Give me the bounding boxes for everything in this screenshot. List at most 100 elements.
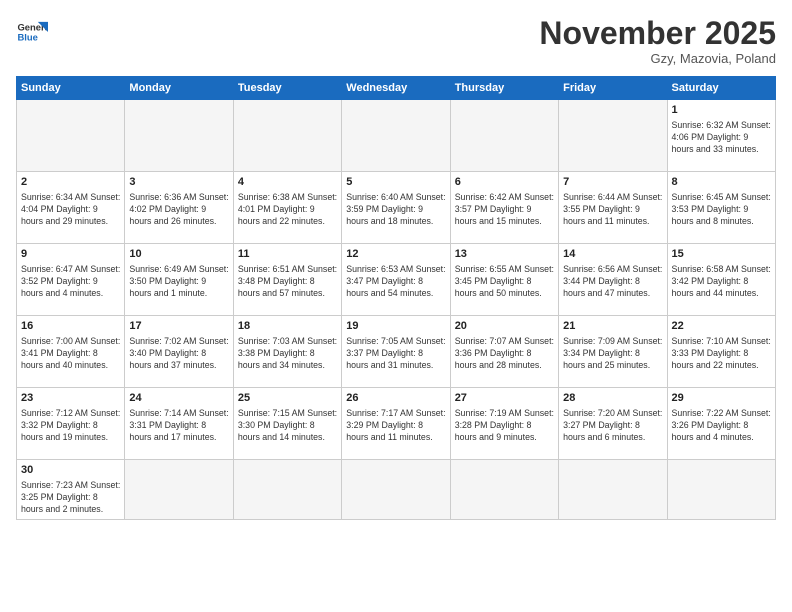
table-row: 4 Sunrise: 6:38 AM Sunset: 4:01 PM Daylig…	[233, 172, 341, 244]
table-row: 17Sunrise: 7:02 AM Sunset: 3:40 PM Dayli…	[125, 316, 233, 388]
day-info: Sunrise: 6:47 AM Sunset: 3:52 PM Dayligh…	[21, 264, 120, 300]
calendar-table: Sunday Monday Tuesday Wednesday Thursday…	[16, 76, 776, 520]
table-row: 27 Sunrise: 7:19 AM Sunset: 3:28 PM Dayli…	[450, 388, 558, 460]
day-info: Sunrise: 6:45 AM Sunset: 3:53 PM Dayligh…	[672, 192, 771, 228]
header: General Blue November 2025 Gzy, Mazovia,…	[16, 16, 776, 66]
table-row: 29Sunrise: 7:22 AM Sunset: 3:26 PM Dayli…	[667, 388, 775, 460]
day-number: 6	[455, 175, 554, 190]
table-row: 7 Sunrise: 6:44 AM Sunset: 3:55 PM Daylig…	[559, 172, 667, 244]
day-info: Sunrise: 6:42 AM Sunset: 3:57 PM Dayligh…	[455, 192, 554, 228]
day-number: 5	[346, 175, 445, 190]
table-row: 10 Sunrise: 6:49 AM Sunset: 3:50 PM Dayli…	[125, 244, 233, 316]
day-number: 10	[129, 247, 228, 262]
table-row: 28 Sunrise: 7:20 AM Sunset: 3:27 PM Dayli…	[559, 388, 667, 460]
day-info: Sunrise: 7:14 AM Sunset: 3:31 PM Dayligh…	[129, 408, 228, 444]
table-row	[17, 100, 125, 172]
table-row: 8 Sunrise: 6:45 AM Sunset: 3:53 PM Daylig…	[667, 172, 775, 244]
day-number: 28	[563, 391, 662, 406]
day-number: 24	[129, 391, 228, 406]
day-info: Sunrise: 7:00 AM Sunset: 3:41 PM Dayligh…	[21, 336, 120, 372]
table-row: 1 Sunrise: 6:32 AM Sunset: 4:06 PM Daylig…	[667, 100, 775, 172]
table-row	[450, 460, 558, 520]
table-row: 19Sunrise: 7:05 AM Sunset: 3:37 PM Dayli…	[342, 316, 450, 388]
table-row: 26Sunrise: 7:17 AM Sunset: 3:29 PM Dayli…	[342, 388, 450, 460]
logo: General Blue	[16, 16, 48, 48]
day-info: Sunrise: 7:15 AM Sunset: 3:30 PM Dayligh…	[238, 408, 337, 444]
general-blue-logo-icon: General Blue	[16, 16, 48, 48]
day-info: Sunrise: 7:10 AM Sunset: 3:33 PM Dayligh…	[672, 336, 771, 372]
day-number: 25	[238, 391, 337, 406]
day-number: 1	[672, 103, 771, 118]
table-row: 14Sunrise: 6:56 AM Sunset: 3:44 PM Dayli…	[559, 244, 667, 316]
table-row: 3 Sunrise: 6:36 AM Sunset: 4:02 PM Daylig…	[125, 172, 233, 244]
header-tuesday: Tuesday	[233, 77, 341, 100]
table-row	[233, 460, 341, 520]
day-info: Sunrise: 7:03 AM Sunset: 3:38 PM Dayligh…	[238, 336, 337, 372]
day-number: 30	[21, 463, 120, 478]
day-number: 18	[238, 319, 337, 334]
table-row: 6 Sunrise: 6:42 AM Sunset: 3:57 PM Daylig…	[450, 172, 558, 244]
day-number: 13	[455, 247, 554, 262]
day-number: 16	[21, 319, 120, 334]
table-row	[667, 460, 775, 520]
day-info: Sunrise: 7:17 AM Sunset: 3:29 PM Dayligh…	[346, 408, 445, 444]
table-row: 18 Sunrise: 7:03 AM Sunset: 3:38 PM Dayli…	[233, 316, 341, 388]
table-row	[450, 100, 558, 172]
day-number: 27	[455, 391, 554, 406]
day-number: 3	[129, 175, 228, 190]
day-info: Sunrise: 7:23 AM Sunset: 3:25 PM Dayligh…	[21, 480, 120, 516]
table-row: 11 Sunrise: 6:51 AM Sunset: 3:48 PM Dayli…	[233, 244, 341, 316]
table-row: 24 Sunrise: 7:14 AM Sunset: 3:31 PM Dayli…	[125, 388, 233, 460]
day-info: Sunrise: 6:36 AM Sunset: 4:02 PM Dayligh…	[129, 192, 228, 228]
day-number: 15	[672, 247, 771, 262]
table-row: 9 Sunrise: 6:47 AM Sunset: 3:52 PM Daylig…	[17, 244, 125, 316]
day-info: Sunrise: 6:49 AM Sunset: 3:50 PM Dayligh…	[129, 264, 228, 300]
table-row: 16 Sunrise: 7:00 AM Sunset: 3:41 PM Dayli…	[17, 316, 125, 388]
table-row: 21Sunrise: 7:09 AM Sunset: 3:34 PM Dayli…	[559, 316, 667, 388]
day-info: Sunrise: 7:07 AM Sunset: 3:36 PM Dayligh…	[455, 336, 554, 372]
header-sunday: Sunday	[17, 77, 125, 100]
day-number: 9	[21, 247, 120, 262]
table-row	[559, 100, 667, 172]
day-number: 11	[238, 247, 337, 262]
day-number: 7	[563, 175, 662, 190]
header-wednesday: Wednesday	[342, 77, 450, 100]
table-row	[233, 100, 341, 172]
table-row: 20 Sunrise: 7:07 AM Sunset: 3:36 PM Dayli…	[450, 316, 558, 388]
calendar-header-row: Sunday Monday Tuesday Wednesday Thursday…	[17, 77, 776, 100]
day-info: Sunrise: 6:44 AM Sunset: 3:55 PM Dayligh…	[563, 192, 662, 228]
day-info: Sunrise: 6:51 AM Sunset: 3:48 PM Dayligh…	[238, 264, 337, 300]
location: Gzy, Mazovia, Poland	[539, 51, 776, 66]
table-row: 30 Sunrise: 7:23 AM Sunset: 3:25 PM Dayli…	[17, 460, 125, 520]
day-info: Sunrise: 6:34 AM Sunset: 4:04 PM Dayligh…	[21, 192, 120, 228]
day-number: 8	[672, 175, 771, 190]
table-row: 2Sunrise: 6:34 AM Sunset: 4:04 PM Daylig…	[17, 172, 125, 244]
table-row: 5Sunrise: 6:40 AM Sunset: 3:59 PM Daylig…	[342, 172, 450, 244]
month-title: November 2025	[539, 16, 776, 51]
day-info: Sunrise: 7:05 AM Sunset: 3:37 PM Dayligh…	[346, 336, 445, 372]
header-friday: Friday	[559, 77, 667, 100]
table-row	[125, 100, 233, 172]
header-thursday: Thursday	[450, 77, 558, 100]
day-number: 23	[21, 391, 120, 406]
svg-text:Blue: Blue	[17, 33, 37, 44]
table-row: 12Sunrise: 6:53 AM Sunset: 3:47 PM Dayli…	[342, 244, 450, 316]
title-block: November 2025 Gzy, Mazovia, Poland	[539, 16, 776, 66]
day-number: 14	[563, 247, 662, 262]
day-info: Sunrise: 7:22 AM Sunset: 3:26 PM Dayligh…	[672, 408, 771, 444]
day-info: Sunrise: 7:12 AM Sunset: 3:32 PM Dayligh…	[21, 408, 120, 444]
day-number: 22	[672, 319, 771, 334]
day-number: 20	[455, 319, 554, 334]
table-row	[342, 460, 450, 520]
day-number: 21	[563, 319, 662, 334]
day-info: Sunrise: 7:02 AM Sunset: 3:40 PM Dayligh…	[129, 336, 228, 372]
day-info: Sunrise: 7:20 AM Sunset: 3:27 PM Dayligh…	[563, 408, 662, 444]
day-number: 4	[238, 175, 337, 190]
day-info: Sunrise: 6:53 AM Sunset: 3:47 PM Dayligh…	[346, 264, 445, 300]
day-info: Sunrise: 6:32 AM Sunset: 4:06 PM Dayligh…	[672, 120, 771, 156]
day-info: Sunrise: 6:55 AM Sunset: 3:45 PM Dayligh…	[455, 264, 554, 300]
table-row	[125, 460, 233, 520]
day-info: Sunrise: 6:58 AM Sunset: 3:42 PM Dayligh…	[672, 264, 771, 300]
day-info: Sunrise: 6:38 AM Sunset: 4:01 PM Dayligh…	[238, 192, 337, 228]
day-info: Sunrise: 7:19 AM Sunset: 3:28 PM Dayligh…	[455, 408, 554, 444]
